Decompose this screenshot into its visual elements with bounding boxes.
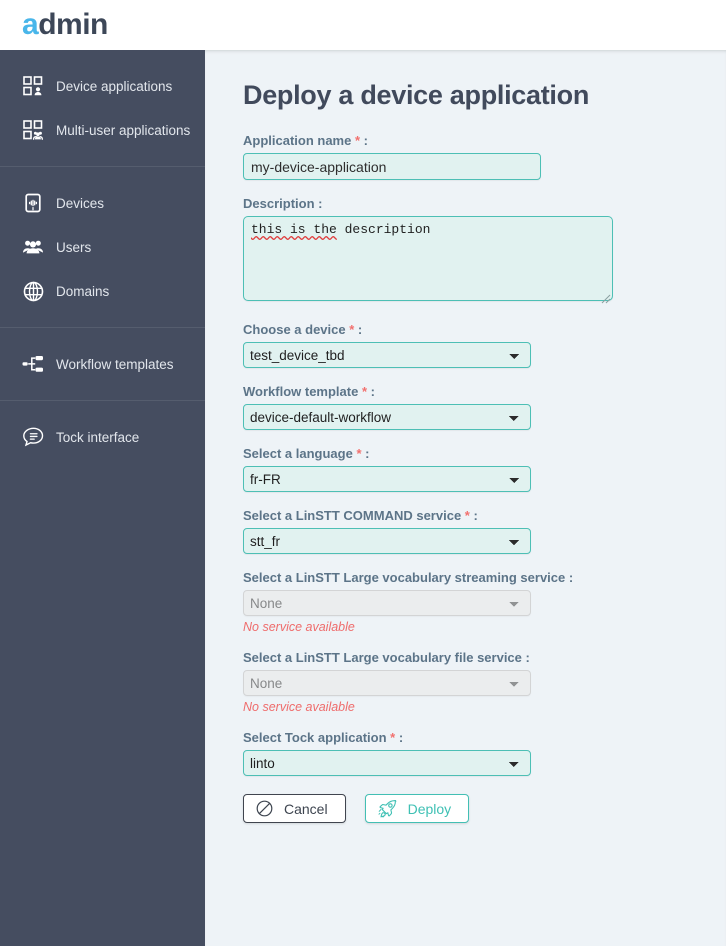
label-colon: : [365,446,370,461]
multi-user-applications-icon [22,119,44,141]
cancel-button[interactable]: Cancel [243,794,346,823]
main-content: Deploy a device application Application … [205,50,726,946]
deploy-button-label: Deploy [407,800,452,817]
field-linstt-streaming-service: Select a LinSTT Large vocabulary streami… [243,570,696,634]
linstt-streaming-service-error: No service available [243,620,355,634]
sidebar-group-workflow: Workflow templates [0,327,205,400]
label-text: Application name [243,133,352,148]
required-asterisk: * [356,446,362,461]
description-textarea[interactable] [243,216,613,301]
tock-application-label: Select Tock application * : [243,730,696,745]
top-bar: a dmin [0,0,726,50]
sidebar-item-label: Workflow templates [56,356,174,372]
brand-logo-rest: dmin [38,8,108,41]
domains-icon [22,280,44,302]
label-colon: : [370,384,375,399]
tock-application-select[interactable]: linto [243,750,531,776]
field-choose-device: Choose a device * : test_device_tbd [243,322,696,368]
workflow-template-select[interactable]: device-default-workflow [243,404,531,430]
linstt-streaming-service-label: Select a LinSTT Large vocabulary streami… [243,570,696,585]
linstt-streaming-service-select[interactable]: None [243,590,531,616]
sidebar-item-tock-interface[interactable]: Tock interface [0,415,205,459]
linstt-file-service-label: Select a LinSTT Large vocabulary file se… [243,650,696,665]
sidebar-item-label: Domains [56,283,110,299]
application-name-label: Application name * : [243,133,696,148]
label-colon: : [473,508,478,523]
brand-logo-accent: a [22,8,39,41]
application-name-input[interactable] [243,153,541,180]
label-colon: : [525,650,530,665]
label-colon: : [357,322,363,337]
linstt-file-service-error: No service available [243,700,355,714]
sidebar-group-applications: Device applications Multi-user applicati… [0,50,205,166]
devices-icon [22,192,44,214]
label-text: Workflow template [243,384,359,399]
required-asterisk: * [390,730,396,745]
tock-interface-icon [22,426,44,448]
field-description: Description : this is the description [243,196,696,306]
field-workflow-template: Workflow template * : device-default-wor… [243,384,696,430]
field-linstt-command-service: Select a LinSTT COMMAND service * : stt_… [243,508,696,554]
label-colon: : [318,196,323,211]
sidebar-item-multi-user-applications[interactable]: Multi-user applications [0,108,205,152]
users-icon [22,236,44,258]
app-root: a dmin Device applications Multi-user ap… [0,0,726,946]
description-label: Description : [243,196,696,211]
form-actions: Cancel Deploy [243,794,696,853]
choose-device-select[interactable]: test_device_tbd [243,342,531,368]
deploy-button[interactable]: Deploy [364,794,470,823]
language-select[interactable]: fr-FR [243,466,531,492]
description-wrapper: this is the description [243,216,613,306]
sidebar-item-workflow-templates[interactable]: Workflow templates [0,342,205,386]
required-asterisk: * [464,508,470,523]
form-container: Deploy a device application Application … [205,50,726,853]
rocket-icon [378,799,397,818]
field-application-name: Application name * : [243,133,696,180]
cancel-button-label: Cancel [284,800,328,817]
workflow-template-label: Workflow template * : [243,384,696,399]
sidebar-item-label: Device applications [56,78,173,94]
linstt-command-service-select[interactable]: stt_fr [243,528,531,554]
device-applications-icon [22,75,44,97]
brand-logo[interactable]: a dmin [22,10,108,40]
label-text: Select a LinSTT COMMAND service [243,508,462,523]
label-colon: : [568,570,574,585]
label-text: Select Tock application [243,730,387,745]
required-asterisk: * [361,384,368,399]
label-colon: : [363,133,369,148]
label-text: Choose a device [243,322,346,337]
choose-device-label: Choose a device * : [243,322,696,337]
body-split: Device applications Multi-user applicati… [0,50,726,946]
label-text: Select a LinSTT Large vocabulary file se… [243,650,522,665]
field-linstt-file-service: Select a LinSTT Large vocabulary file se… [243,650,696,714]
required-asterisk: * [349,322,355,337]
sidebar-group-tock: Tock interface [0,400,205,473]
sidebar-item-users[interactable]: Users [0,225,205,269]
sidebar-item-devices[interactable]: Devices [0,181,205,225]
label-text: Select a language [243,446,353,461]
page-title: Deploy a device application [243,80,590,110]
field-tock-application: Select Tock application * : linto [243,730,696,776]
language-label: Select a language * : [243,446,696,461]
linstt-file-service-select[interactable]: None [243,670,531,696]
sidebar-item-label: Tock interface [56,429,140,445]
sidebar-item-label: Multi-user applications [56,122,191,138]
ban-icon [256,800,273,817]
sidebar-group-resources: Devices Users Domains [0,166,205,327]
sidebar-item-domains[interactable]: Domains [0,269,205,313]
workflow-templates-icon [22,353,44,375]
label-text: Description [243,196,315,211]
required-asterisk: * [354,133,361,148]
label-text: Select a LinSTT Large vocabulary streami… [243,570,566,585]
sidebar-item-device-applications[interactable]: Device applications [0,64,205,108]
sidebar-item-label: Users [56,239,92,255]
linstt-command-service-label: Select a LinSTT COMMAND service * : [243,508,696,523]
label-colon: : [398,730,404,745]
sidebar: Device applications Multi-user applicati… [0,50,205,946]
sidebar-item-label: Devices [56,195,105,211]
field-language: Select a language * : fr-FR [243,446,696,492]
